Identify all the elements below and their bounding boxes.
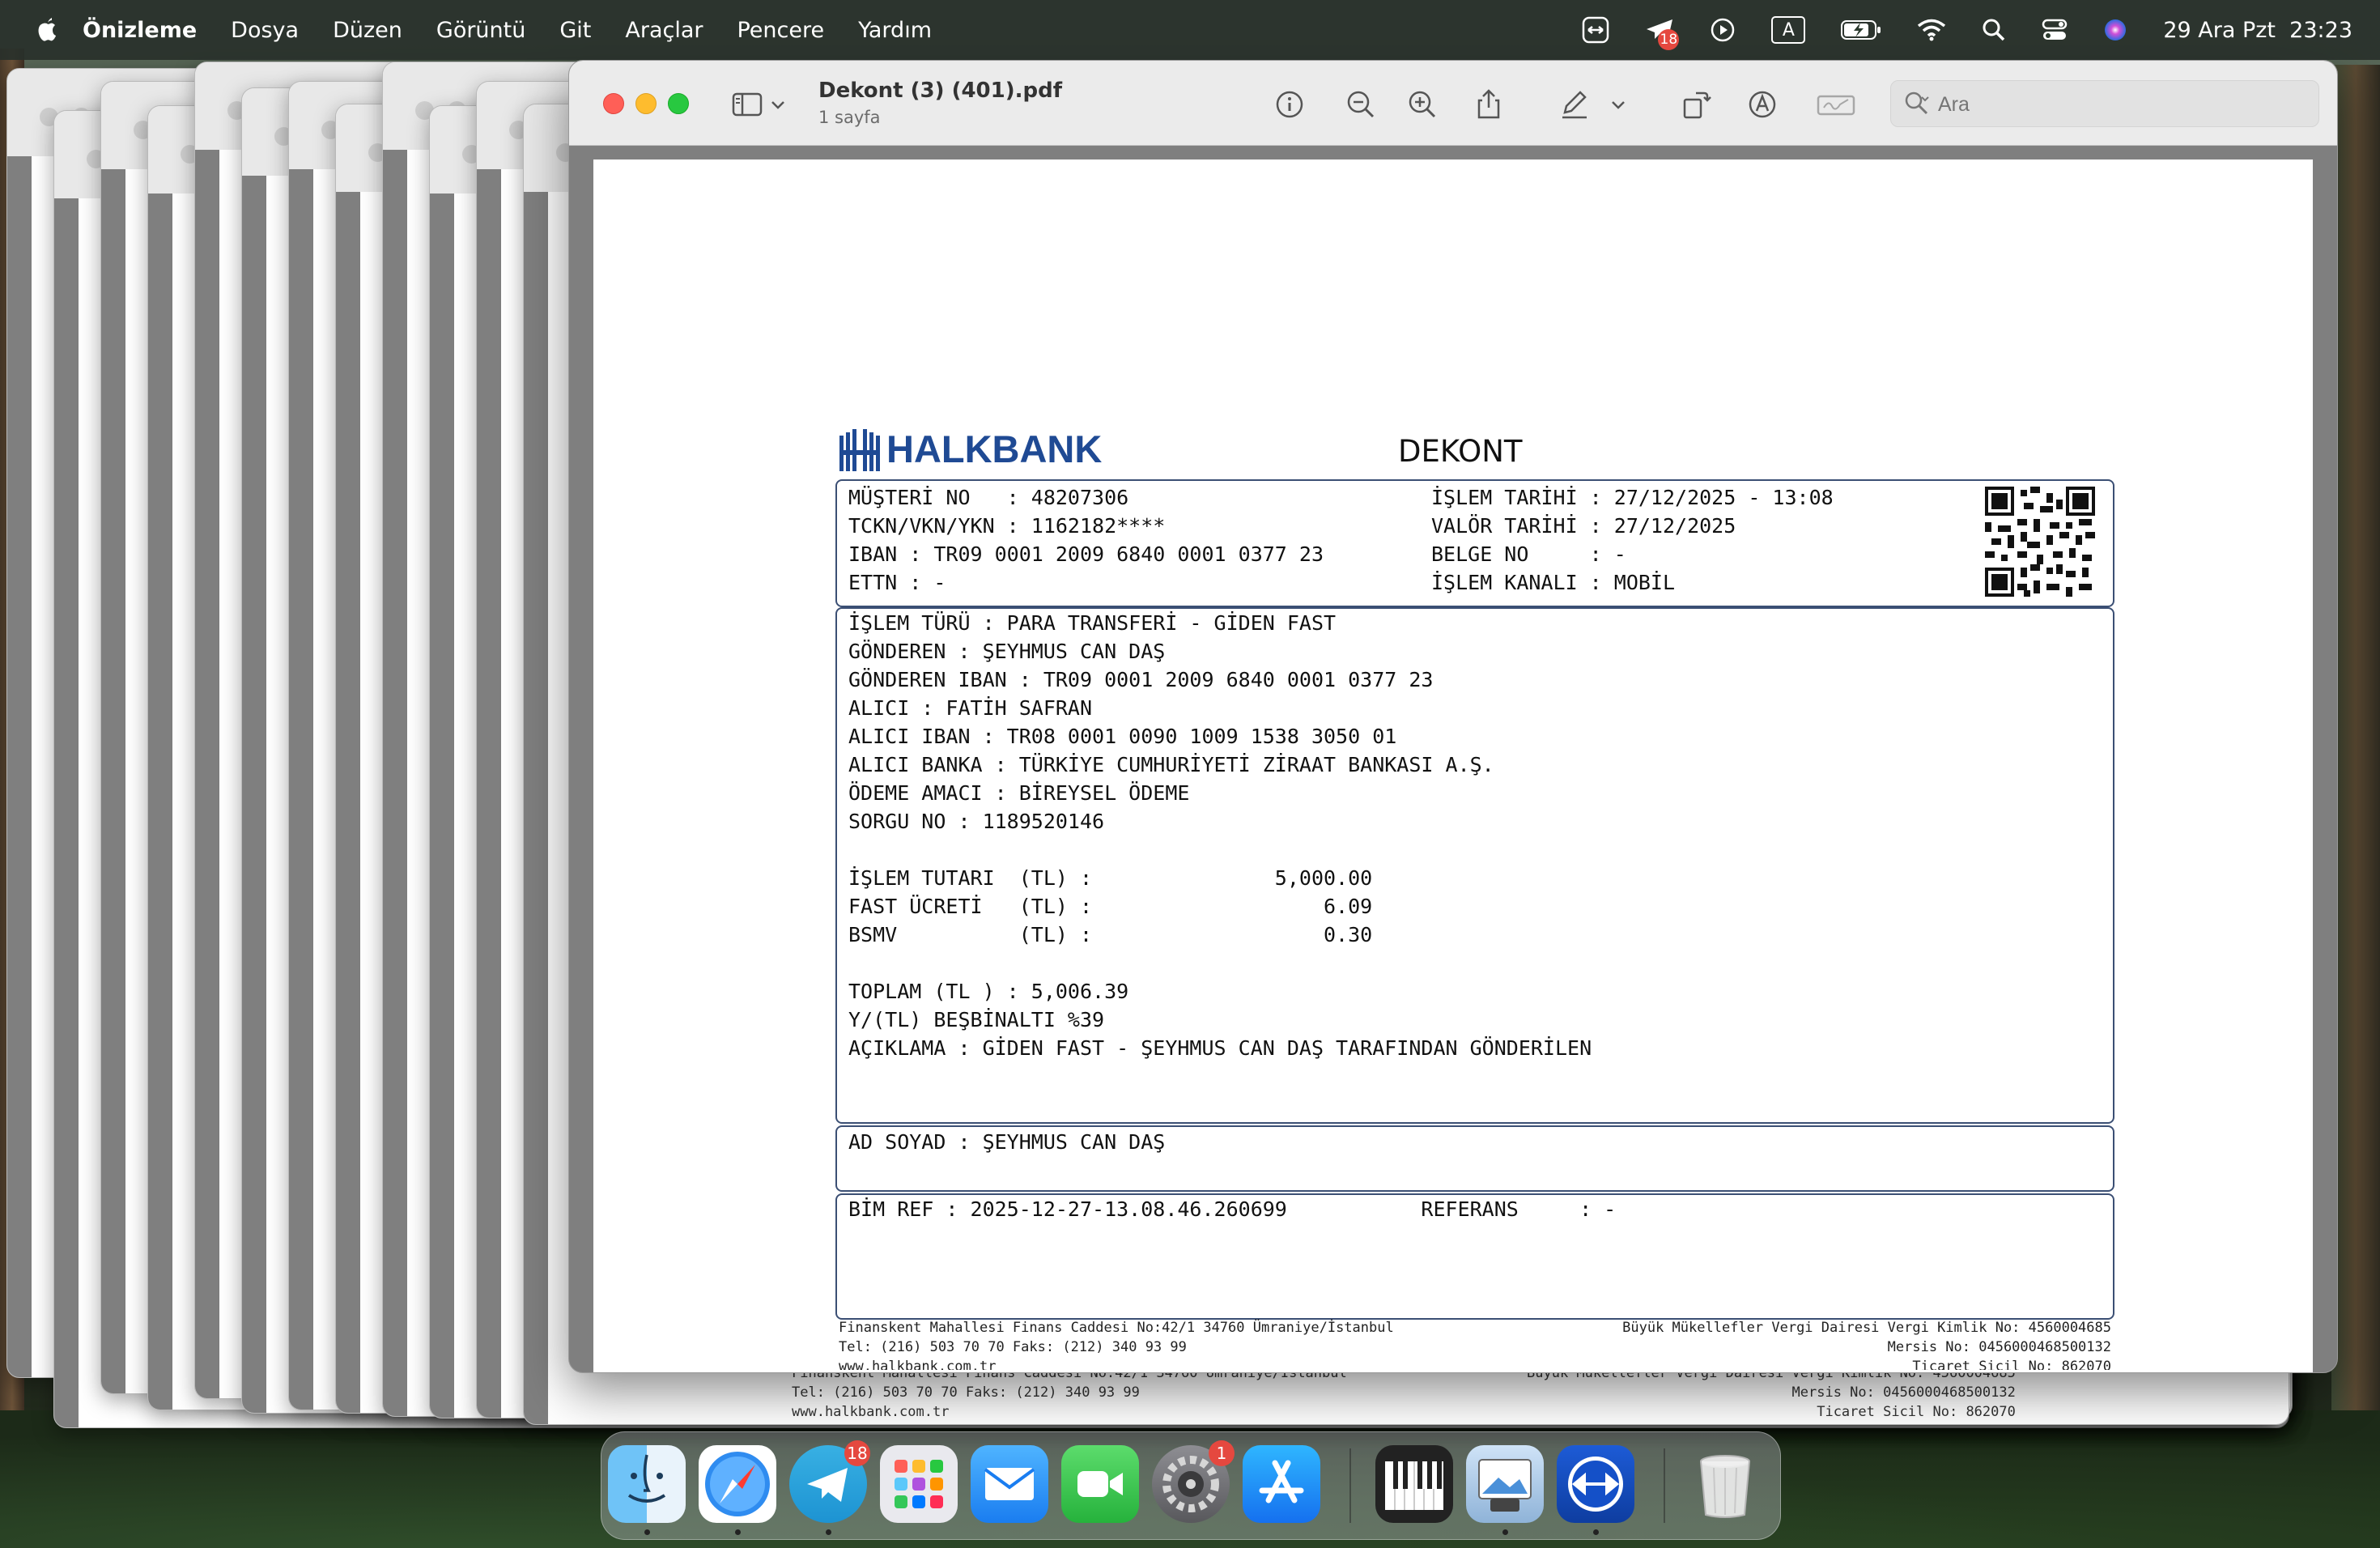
preview-window[interactable]: Dekont (3) (401).pdf 1 sayfa (568, 60, 2338, 1373)
teamviewer-icon[interactable] (1557, 1445, 1634, 1523)
play-status-icon[interactable] (1710, 17, 1736, 43)
sidebar-toggle-icon[interactable] (731, 88, 763, 121)
menu-app-name[interactable]: Önizleme (83, 18, 197, 43)
settings-dock-badge: 1 (1209, 1440, 1235, 1466)
search-field[interactable] (1890, 80, 2319, 127)
signature-icon[interactable] (1816, 88, 1856, 121)
telegram-dock-badge: 18 (844, 1440, 870, 1466)
menu-yardim[interactable]: Yardım (858, 18, 932, 43)
preview-running-dot (1502, 1529, 1508, 1535)
rotate-icon[interactable] (1680, 88, 1712, 121)
control-center-icon[interactable] (2042, 18, 2068, 42)
markup-toolbar-icon[interactable] (1746, 88, 1779, 121)
search-input[interactable] (1936, 87, 2296, 121)
menu-pencere[interactable]: Pencere (737, 18, 824, 43)
close-window-button[interactable] (603, 93, 624, 114)
search-icon (1905, 91, 1929, 115)
menu-araclar[interactable]: Araçlar (625, 18, 703, 43)
piano-app-icon[interactable] (1375, 1445, 1453, 1523)
zoom-out-icon[interactable] (1345, 88, 1377, 121)
share-icon[interactable] (1473, 88, 1505, 121)
minimize-window-button[interactable] (635, 93, 657, 114)
finder-running-dot (644, 1529, 650, 1535)
input-source-label: A (1782, 19, 1795, 40)
menu-git[interactable]: Git (559, 18, 591, 43)
markup-pen-icon[interactable] (1558, 88, 1591, 121)
facetime-icon[interactable] (1061, 1445, 1139, 1523)
chevron-down-icon[interactable] (768, 88, 788, 121)
preview-app-icon[interactable] (1466, 1445, 1544, 1523)
teamviewer-running-dot (1593, 1529, 1599, 1535)
telegram-running-dot (826, 1529, 831, 1535)
menu-bar: Önizleme Dosya Düzen Görüntü Git Araçlar… (0, 0, 2380, 60)
dock-separator (1349, 1448, 1351, 1523)
menu-duzen[interactable]: Düzen (333, 18, 402, 43)
dock-separator (1664, 1448, 1665, 1523)
telegram-status-icon[interactable]: 18 (1645, 18, 1680, 50)
siri-icon[interactable] (2103, 18, 2127, 42)
wifi-icon[interactable] (1917, 19, 1946, 41)
telegram-status-badge: 18 (1658, 29, 1680, 50)
mail-icon[interactable] (971, 1445, 1048, 1523)
document-title: Dekont (3) (401).pdf (818, 79, 1063, 103)
menu-goruntu[interactable]: Görüntü (436, 18, 525, 43)
teamviewer-status-icon[interactable] (1582, 16, 1609, 44)
launchpad-icon[interactable] (880, 1445, 958, 1523)
markup-menu-chevron-icon[interactable] (1609, 88, 1628, 121)
pdf-page (593, 159, 2313, 1372)
spotlight-search-icon[interactable] (1982, 18, 2006, 42)
zoom-window-button[interactable] (668, 93, 689, 114)
info-icon[interactable] (1273, 88, 1306, 121)
app-store-icon[interactable] (1243, 1445, 1320, 1523)
dock: 18 1 (601, 1431, 1781, 1540)
menubar-clock[interactable]: 29 Ara Pzt 23:23 (2163, 18, 2352, 43)
menu-dosya[interactable]: Dosya (231, 18, 299, 43)
window-toolbar: Dekont (3) (401).pdf 1 sayfa (569, 61, 2337, 146)
zoom-in-icon[interactable] (1406, 88, 1439, 121)
document-page-count: 1 sayfa (818, 108, 881, 127)
apple-icon[interactable] (34, 15, 60, 45)
finder-icon[interactable] (608, 1445, 686, 1523)
trash-icon[interactable] (1686, 1445, 1764, 1523)
safari-icon[interactable] (699, 1445, 776, 1523)
input-source-icon[interactable]: A (1771, 16, 1806, 44)
battery-icon[interactable] (1841, 19, 1881, 40)
wallpaper-tree-right (2331, 65, 2380, 1548)
safari-running-dot (735, 1529, 741, 1535)
